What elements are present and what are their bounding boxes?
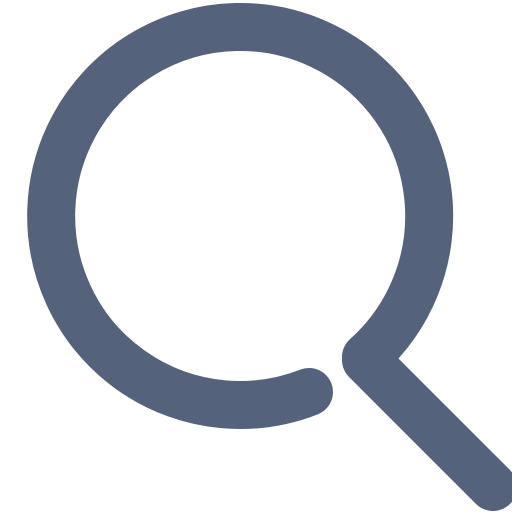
search-icon [0,0,512,512]
magnifier-handle [342,336,512,511]
search-icon-svg [27,2,512,511]
canvas [0,0,512,512]
